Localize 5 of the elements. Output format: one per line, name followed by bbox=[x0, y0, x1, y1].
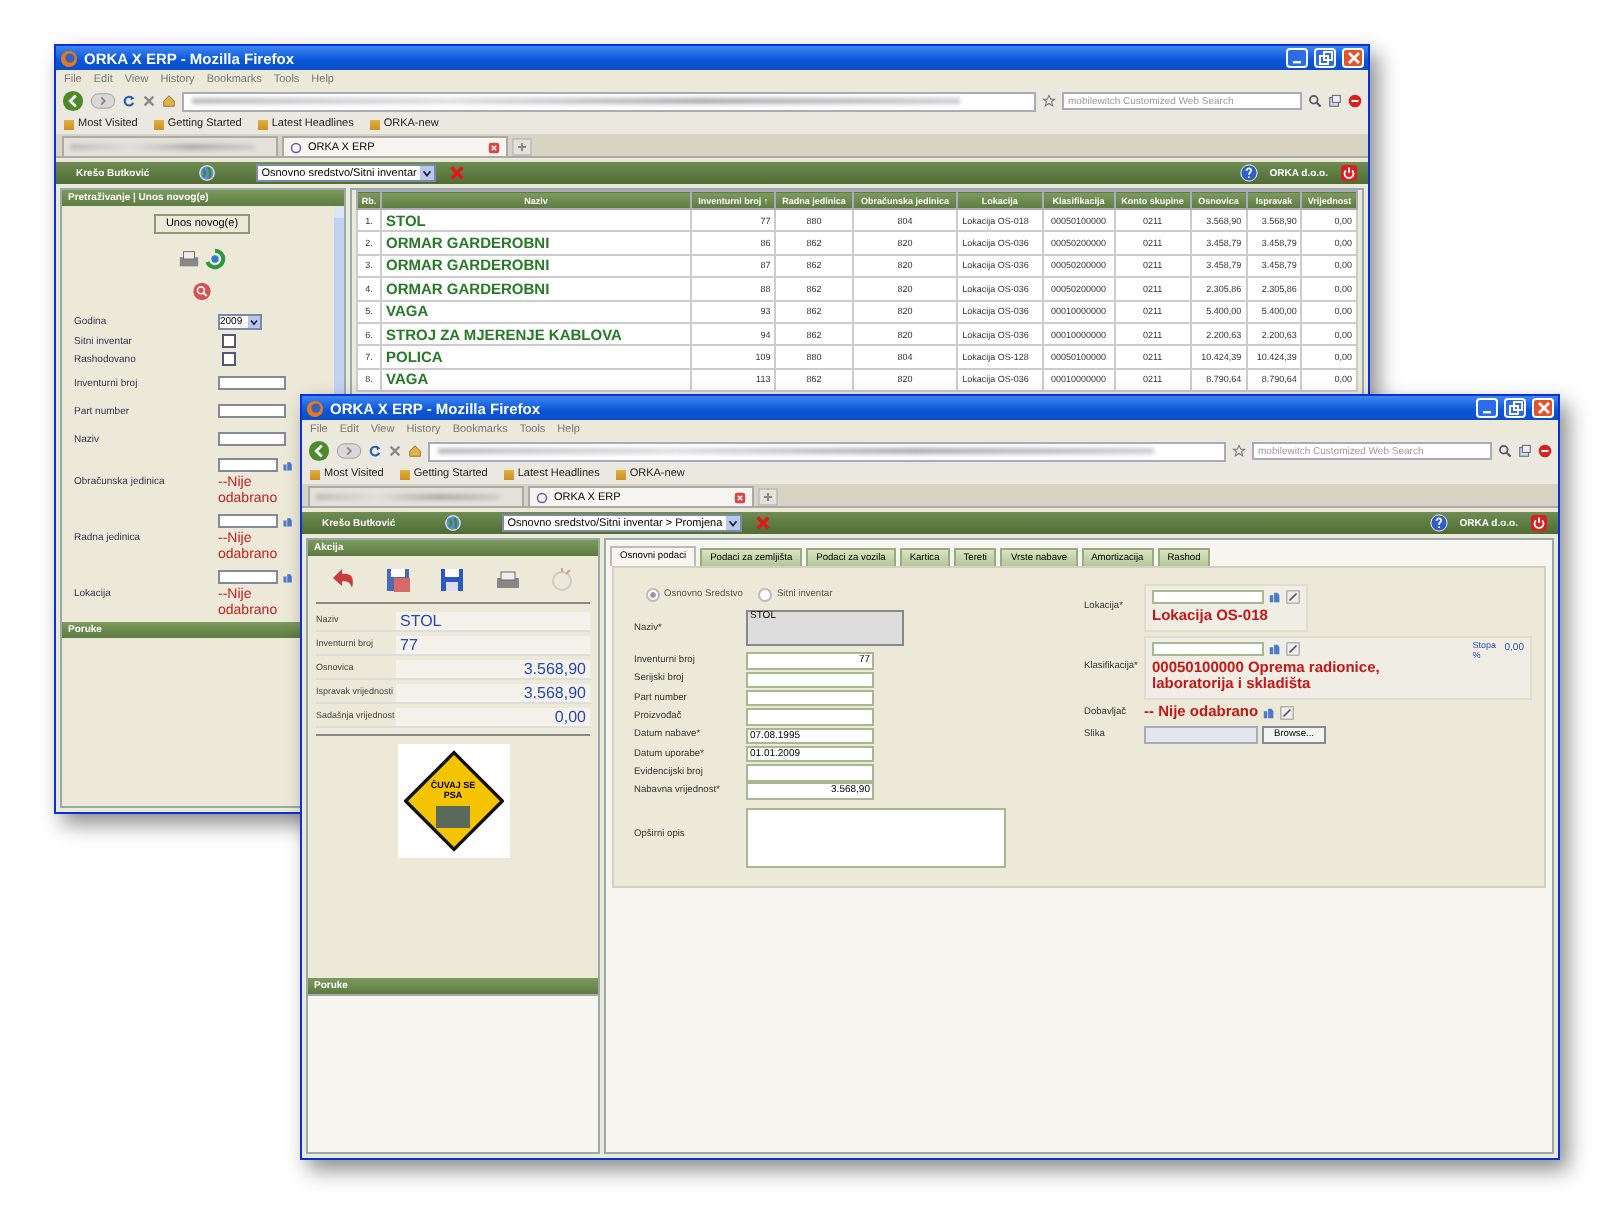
info-value: 0,00 bbox=[396, 707, 590, 725]
info-value: STOL bbox=[396, 611, 590, 629]
info-value: 77 bbox=[396, 635, 590, 653]
info-value: 3.568,90 bbox=[396, 659, 590, 677]
info-value: 3.568,90 bbox=[396, 683, 590, 701]
